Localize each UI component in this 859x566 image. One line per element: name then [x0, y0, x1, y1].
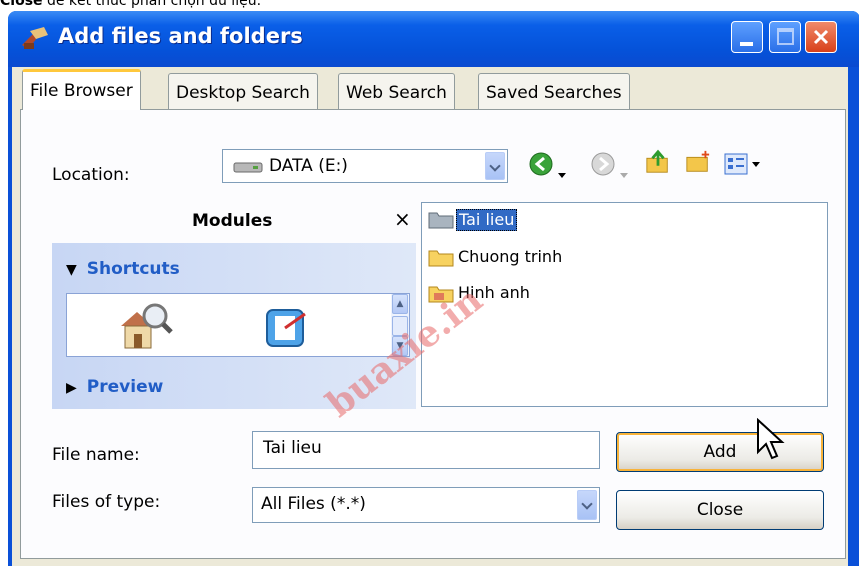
preview-section-toggle[interactable]: ▶ Preview — [66, 377, 163, 397]
minimize-button[interactable] — [731, 21, 763, 53]
file-name-label: File name: — [52, 445, 140, 465]
view-menu-icon[interactable] — [724, 151, 764, 177]
folder-grey-icon — [428, 212, 454, 229]
location-select[interactable]: DATA (E:) — [222, 149, 508, 183]
scroll-up-button[interactable]: ▲ — [392, 294, 408, 314]
modules-header: Modules × — [52, 203, 416, 243]
shortcut-app-icon[interactable] — [261, 302, 313, 350]
mouse-cursor-icon — [757, 418, 785, 460]
forward-dropdown-icon[interactable] — [620, 163, 630, 189]
dialog-client: File Browser Desktop Search Web Search S… — [12, 67, 848, 566]
files-of-type-label: Files of type: — [52, 492, 161, 512]
folder-icon — [428, 250, 454, 267]
add-files-icon — [22, 27, 48, 49]
location-dropdown-button[interactable] — [485, 152, 505, 180]
shortcuts-section-toggle[interactable]: ▼ Shortcuts — [66, 259, 180, 279]
file-name-text: Tai lieu — [456, 209, 518, 231]
maximize-button[interactable] — [769, 21, 801, 53]
up-folder-icon[interactable] — [644, 149, 672, 175]
collapse-triangle-icon: ▼ — [66, 262, 77, 278]
preview-label: Preview — [86, 377, 164, 397]
expand-triangle-icon: ▶ — [66, 380, 77, 396]
add-button[interactable]: Add — [616, 432, 824, 472]
new-folder-icon[interactable] — [684, 149, 712, 175]
back-icon[interactable] — [528, 151, 554, 177]
shortcuts-list: ▲ ▼ — [66, 293, 410, 357]
tab-desktop-search[interactable]: Desktop Search — [168, 73, 318, 109]
close-button[interactable]: Close — [616, 490, 824, 530]
forward-icon[interactable] — [590, 151, 616, 177]
files-of-type-dropdown-button[interactable] — [577, 490, 597, 520]
title-bar[interactable]: Add files and folders — [8, 11, 859, 67]
close-window-button[interactable] — [805, 21, 837, 53]
modules-close-button[interactable]: × — [394, 207, 411, 231]
location-value: DATA (E:) — [269, 156, 348, 176]
file-name-input[interactable]: Tai lieu — [252, 431, 600, 469]
tab-web-search[interactable]: Web Search — [338, 73, 455, 109]
home-search-icon[interactable] — [117, 300, 173, 352]
tab-saved-searches[interactable]: Saved Searches — [478, 73, 630, 109]
file-name-text: Chuong trinh — [458, 247, 563, 266]
back-dropdown-icon[interactable] — [558, 163, 568, 189]
tab-file-browser[interactable]: File Browser — [22, 69, 141, 110]
shortcuts-label: Shortcuts — [86, 259, 180, 279]
window-title: Add files and folders — [58, 24, 303, 48]
add-files-dialog: Add files and folders File Browser Deskt… — [8, 11, 859, 566]
location-label: Location: — [52, 165, 130, 185]
caption-text: Close để kết thúc phần chọn dữ liệu. — [0, 0, 262, 9]
drive-icon — [233, 162, 263, 173]
modules-title: Modules — [192, 211, 273, 231]
files-of-type-value: All Files (*.*) — [261, 494, 366, 514]
files-of-type-select[interactable]: All Files (*.*) — [252, 487, 600, 523]
close-icon — [813, 29, 829, 45]
